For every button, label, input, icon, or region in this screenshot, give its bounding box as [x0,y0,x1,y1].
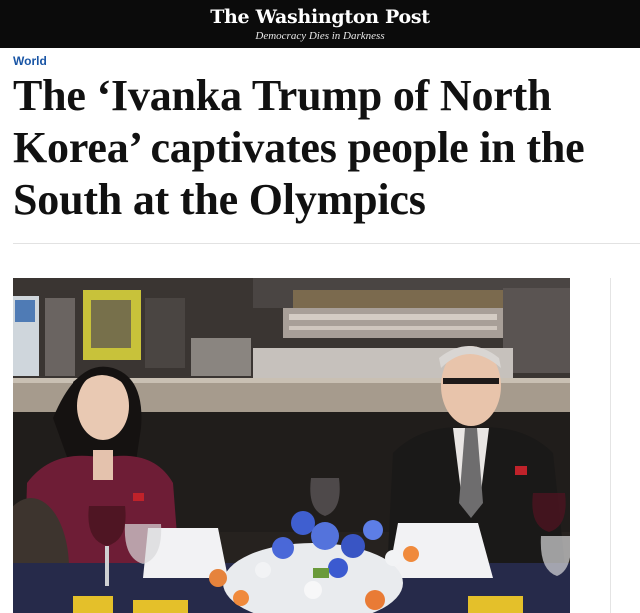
headline-divider [13,243,640,244]
site-logo[interactable]: The Washington Post [0,6,640,28]
masthead: The Washington Post Democracy Dies in Da… [0,0,640,48]
article-headline: The ‘Ivanka Trump of North Korea’ captiv… [13,71,585,224]
photo-illustration [13,278,570,613]
section-link-world[interactable]: World [13,54,47,68]
sidebar-divider [610,278,611,613]
site-tagline: Democracy Dies in Darkness [255,30,385,42]
article-photo [13,278,570,613]
